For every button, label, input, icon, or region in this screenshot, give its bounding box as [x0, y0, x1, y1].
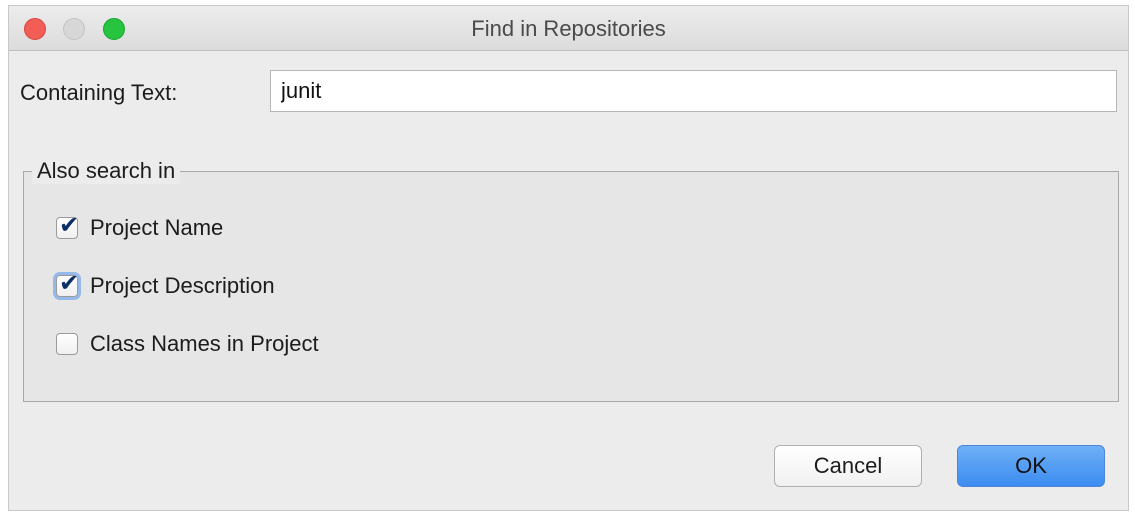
- class-names-in-project-checkbox[interactable]: [56, 333, 78, 355]
- project-name-label: Project Name: [90, 215, 224, 240]
- find-in-repositories-dialog: Find in Repositories Containing Text: Al…: [8, 5, 1129, 511]
- project-description-label: Project Description: [90, 273, 275, 298]
- project-description-checkbox[interactable]: ✔: [56, 269, 79, 297]
- project-name-checkbox[interactable]: ✔: [56, 211, 79, 239]
- containing-text-input[interactable]: [270, 70, 1117, 112]
- containing-text-label: Containing Text:: [20, 80, 178, 105]
- checkmark-icon: ✔: [59, 269, 80, 297]
- project-description-option[interactable]: ✔ Project Description: [56, 269, 275, 301]
- class-names-in-project-label: Class Names in Project: [90, 331, 319, 356]
- also-search-in-legend: Also search in: [32, 158, 181, 184]
- cancel-button[interactable]: Cancel: [774, 445, 922, 487]
- project-name-option[interactable]: ✔ Project Name: [56, 211, 224, 243]
- checkmark-icon: ✔: [59, 211, 80, 239]
- window-title: Find in Repositories: [471, 16, 666, 41]
- ok-button[interactable]: OK: [957, 445, 1105, 487]
- class-names-in-project-option[interactable]: Class Names in Project: [56, 329, 319, 359]
- title-bar[interactable]: Find in Repositories: [9, 6, 1128, 51]
